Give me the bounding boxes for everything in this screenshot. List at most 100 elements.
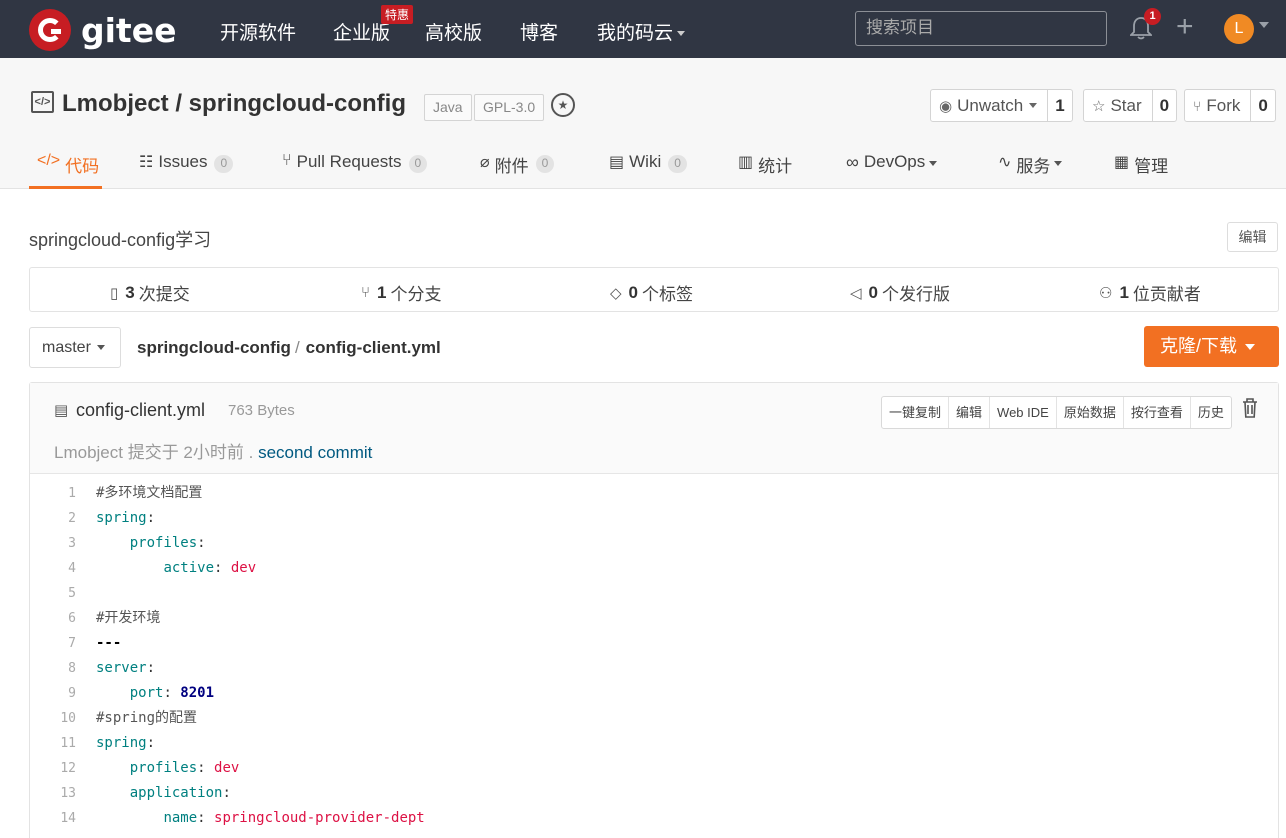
tab-issues[interactable]: ☷ Issues 0: [139, 148, 234, 189]
copy-all-button[interactable]: 一键复制: [882, 397, 950, 428]
breadcrumb-repo[interactable]: springcloud-config: [137, 338, 291, 357]
watch-button[interactable]: ◉ Unwatch 1: [930, 89, 1073, 122]
stat-releases[interactable]: ◁ 0 个发行版: [850, 280, 950, 305]
book-icon: ▤: [609, 154, 625, 171]
watch-label: Unwatch: [957, 95, 1024, 115]
fork-count[interactable]: 0: [1251, 96, 1274, 116]
tab-attachments-label: 附件: [494, 157, 529, 176]
language-tag[interactable]: Java: [424, 94, 472, 121]
stat-branches-num: 1: [377, 282, 387, 302]
web-ide-button[interactable]: Web IDE: [990, 397, 1057, 428]
star-count[interactable]: 0: [1153, 96, 1176, 116]
tab-stats[interactable]: ▥ 统计: [738, 148, 792, 189]
tab-wiki[interactable]: ▤ Wiki 0: [609, 148, 687, 189]
branch-select[interactable]: master: [29, 327, 121, 368]
award-icon[interactable]: ★: [551, 93, 575, 117]
repo-description: springcloud-config学习: [29, 230, 212, 250]
edit-description-button[interactable]: 编辑: [1227, 222, 1278, 252]
clone-download-button[interactable]: 克隆/下载: [1144, 326, 1279, 367]
chevron-down-icon: [96, 345, 105, 351]
commit-info: Lmobject 提交于 2小时前 . second commit: [54, 438, 372, 463]
paperclip-icon: ⌀: [480, 154, 490, 171]
chevron-down-icon: [677, 31, 686, 36]
watch-count[interactable]: 1: [1048, 96, 1071, 116]
nav-university[interactable]: 高校版: [425, 18, 482, 45]
stat-tags-num: 0: [628, 282, 639, 302]
tab-issues-label: Issues: [158, 152, 208, 171]
stat-tags[interactable]: ◇ 0 个标签: [610, 280, 693, 305]
tab-services-label: 服务: [1016, 157, 1051, 176]
license-tag[interactable]: GPL-3.0: [474, 94, 545, 121]
chevron-down-icon: [1245, 344, 1256, 351]
search-input[interactable]: 搜索项目: [855, 11, 1107, 46]
line-number[interactable]: 14: [30, 806, 76, 831]
line-content: profiles: dev: [129, 760, 240, 776]
code-line: 10 #spring的配置: [30, 706, 1278, 731]
stat-branches[interactable]: ⑂ 1 个分支: [361, 280, 441, 305]
raw-button[interactable]: 原始数据: [1057, 397, 1124, 428]
tab-services[interactable]: ∿ 服务: [998, 148, 1063, 189]
line-content: server:: [96, 660, 156, 676]
nav-open-source[interactable]: 开源软件: [220, 18, 296, 45]
line-content: port: 8201: [129, 685, 215, 701]
stat-tags-label: 个标签: [642, 285, 694, 304]
avatar[interactable]: L: [1224, 14, 1254, 44]
code-line: 1 #多环境文档配置: [30, 481, 1278, 506]
nav-my-gitee-label: 我的码云: [597, 22, 674, 44]
plus-icon[interactable]: +: [1176, 12, 1194, 42]
line-content: [76, 581, 96, 606]
line-number[interactable]: 6: [30, 606, 76, 631]
line-number[interactable]: 1: [30, 481, 76, 506]
users-icon: ⚇: [1099, 284, 1113, 302]
tab-manage[interactable]: ▦ 管理: [1114, 148, 1168, 189]
stat-contributors[interactable]: ⚇ 1 位贡献者: [1099, 280, 1201, 305]
blame-button[interactable]: 按行查看: [1124, 397, 1191, 428]
fork-icon: ⑂: [1193, 97, 1202, 114]
nav-blog[interactable]: 博客: [520, 18, 558, 45]
line-content: #spring的配置: [96, 710, 198, 726]
issues-icon: ☷: [139, 154, 154, 171]
line-number[interactable]: 5: [30, 581, 76, 606]
chevron-down-icon[interactable]: [1259, 22, 1269, 28]
edit-file-button[interactable]: 编辑: [949, 397, 991, 428]
code-block: 1 #多环境文档配置 2 spring: 3 profiles: 4 active: de…: [30, 475, 1278, 831]
file-viewer: ▤ config-client.yml 763 Bytes Lmobject 提…: [29, 382, 1279, 838]
tab-pull-requests[interactable]: ⑂ Pull Requests 0: [282, 148, 428, 189]
line-number[interactable]: 4: [30, 556, 76, 581]
tab-wiki-count: 0: [668, 155, 687, 173]
commit-message-link[interactable]: second commit: [258, 443, 372, 462]
file-size: 763 Bytes: [228, 402, 295, 419]
tab-devops[interactable]: ∞ DevOps: [846, 148, 938, 189]
line-number[interactable]: 3: [30, 531, 76, 556]
settings-doc-icon: ▦: [1114, 154, 1130, 171]
line-number[interactable]: 7: [30, 631, 76, 656]
tab-code[interactable]: </> 代码: [29, 148, 102, 189]
line-number[interactable]: 13: [30, 781, 76, 806]
trash-icon[interactable]: [1242, 398, 1258, 418]
history-button[interactable]: 历史: [1191, 397, 1231, 428]
line-number[interactable]: 9: [30, 681, 76, 706]
tab-stats-label: 统计: [758, 157, 793, 176]
star-icon: ☆: [1092, 97, 1106, 115]
bar-chart-icon: ▥: [738, 154, 754, 171]
repo-title[interactable]: Lmobject / springcloud-config: [62, 90, 406, 118]
line-number[interactable]: 2: [30, 506, 76, 531]
line-number[interactable]: 10: [30, 706, 76, 731]
star-button[interactable]: ☆ Star 0: [1083, 89, 1178, 122]
fork-button[interactable]: ⑂ Fork 0: [1184, 89, 1276, 122]
tab-wiki-label: Wiki: [629, 152, 662, 171]
stat-commits[interactable]: ▯ 3 次提交: [110, 280, 190, 305]
nav-my-gitee[interactable]: 我的码云: [597, 18, 686, 45]
code-line: 9 port: 8201: [30, 681, 1278, 706]
line-number[interactable]: 8: [30, 656, 76, 681]
line-number[interactable]: 11: [30, 731, 76, 756]
gitee-logo[interactable]: gitee: [29, 9, 176, 51]
code-line: 12 profiles: dev: [30, 756, 1278, 781]
line-content: profiles:: [129, 535, 206, 551]
stat-branches-label: 个分支: [390, 285, 442, 304]
fork-label: Fork: [1206, 95, 1241, 115]
tab-attachments[interactable]: ⌀ 附件 0: [480, 148, 555, 189]
code-line: 5: [30, 581, 1278, 606]
code-icon: </>: [37, 152, 61, 169]
line-number[interactable]: 12: [30, 756, 76, 781]
